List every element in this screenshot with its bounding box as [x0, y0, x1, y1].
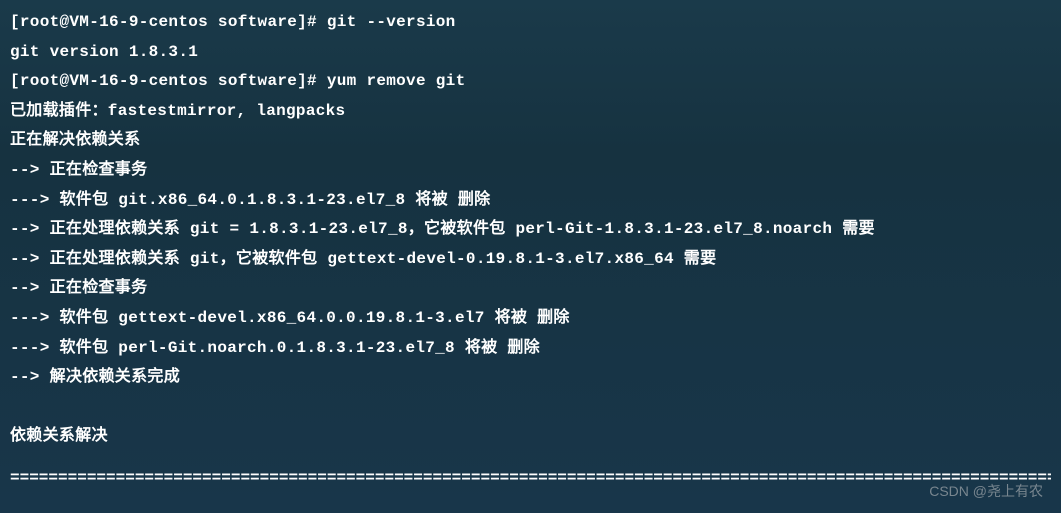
- prompt-line-git-version: [root@VM-16-9-centos software]# git --ve…: [10, 8, 1051, 38]
- watermark-text: CSDN @尧上有农: [929, 481, 1043, 501]
- output-pkg-gettext-devel: ---> 软件包 gettext-devel.x86_64.0.0.19.8.1…: [10, 304, 1051, 334]
- section-divider: ========================================…: [10, 466, 1051, 492]
- prompt-line-yum-remove: [root@VM-16-9-centos software]# yum remo…: [10, 67, 1051, 97]
- output-checking-trans-2: --> 正在检查事务: [10, 274, 1051, 304]
- output-pkg-perl-git: ---> 软件包 perl-Git.noarch.0.1.8.3.1-23.el…: [10, 334, 1051, 364]
- output-dep-perl-git: --> 正在处理依赖关系 git = 1.8.3.1-23.el7_8，它被软件…: [10, 215, 1051, 245]
- output-checking-trans-1: --> 正在检查事务: [10, 156, 1051, 186]
- output-plugins-loaded: 已加载插件：fastestmirror, langpacks: [10, 97, 1051, 127]
- output-deps-resolved: 依赖关系解决: [10, 422, 1051, 452]
- output-deps-complete: --> 解决依赖关系完成: [10, 363, 1051, 393]
- output-git-version: git version 1.8.3.1: [10, 38, 1051, 68]
- output-resolving-deps: 正在解决依赖关系: [10, 126, 1051, 156]
- output-dep-gettext-devel: --> 正在处理依赖关系 git，它被软件包 gettext-devel-0.1…: [10, 245, 1051, 275]
- output-pkg-git: ---> 软件包 git.x86_64.0.1.8.3.1-23.el7_8 将…: [10, 186, 1051, 216]
- blank-line: [10, 393, 1051, 423]
